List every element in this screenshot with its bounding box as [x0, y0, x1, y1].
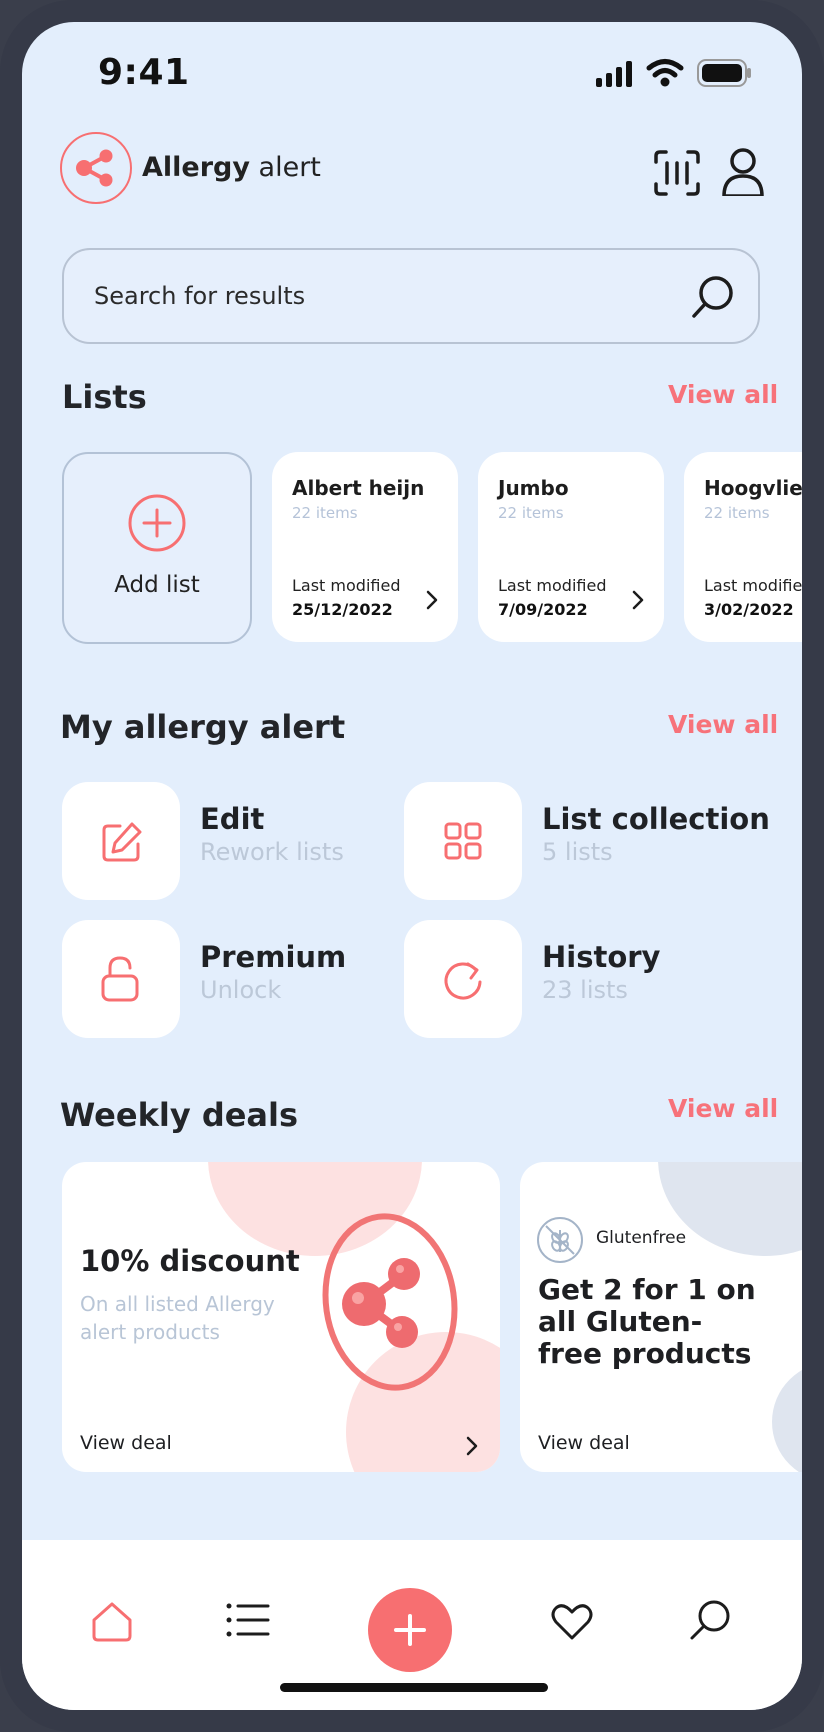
add-list-button[interactable]: Add list: [62, 452, 252, 644]
plus-circle-icon: [128, 494, 186, 552]
deal-cta[interactable]: View deal: [538, 1432, 630, 1454]
list-card[interactable]: Hoogvliet 22 items Last modified 3/02/20…: [684, 452, 802, 642]
battery-icon: [697, 59, 751, 87]
app-name: Allergy alert: [142, 152, 321, 183]
deals-view-all-link[interactable]: View all: [668, 1094, 778, 1123]
share-3d-icon: [322, 1213, 458, 1391]
deal-subtext: On all listed Allergy alert products: [80, 1292, 275, 1344]
profile-icon[interactable]: [720, 146, 770, 196]
deal-headline: Get 2 for 1 on all Gluten-free products: [538, 1273, 756, 1370]
deal-headline: 10% discount: [80, 1244, 300, 1278]
edit-icon: [102, 822, 142, 862]
refresh-icon: [444, 962, 482, 1000]
home-icon[interactable]: [90, 1600, 134, 1644]
history-tile-sub: 23 lists: [542, 976, 628, 1004]
decor-circle: [772, 1362, 802, 1472]
premium-tile-title[interactable]: Premium: [200, 940, 346, 974]
list-card-name: Jumbo: [498, 476, 569, 500]
list-card-date: 7/09/2022: [498, 600, 588, 619]
history-tile[interactable]: [404, 920, 522, 1038]
grid-icon: [444, 822, 482, 860]
premium-tile[interactable]: [62, 920, 180, 1038]
add-list-label: Add list: [114, 572, 200, 598]
list-card-date: 3/02/2022: [704, 600, 794, 619]
plus-icon: [394, 1614, 426, 1646]
wifi-icon: [646, 59, 684, 87]
deal-card[interactable]: 10% discount On all listed Allergy alert…: [62, 1162, 500, 1472]
chevron-right-icon: [426, 590, 438, 610]
scan-icon[interactable]: [652, 148, 702, 198]
edit-tile[interactable]: [62, 782, 180, 900]
list-collection-tile[interactable]: [404, 782, 522, 900]
chevron-right-icon[interactable]: [464, 1434, 480, 1458]
deal-card[interactable]: Glutenfree Get 2 for 1 on all Gluten-fre…: [520, 1162, 802, 1472]
list-card-count: 22 items: [498, 504, 564, 522]
home-indicator: [280, 1683, 548, 1692]
deal-badge: Glutenfree: [596, 1228, 687, 1248]
search-icon[interactable]: [690, 274, 736, 320]
list-collection-tile-title[interactable]: List collection: [542, 802, 770, 836]
gluten-free-icon: [537, 1217, 583, 1263]
lists-view-all-link[interactable]: View all: [668, 380, 778, 409]
my-alert-title: My allergy alert: [60, 708, 346, 746]
search-bar[interactable]: Search for results: [62, 248, 760, 344]
share-logo-icon: [76, 149, 113, 187]
list-icon[interactable]: [226, 1602, 270, 1638]
add-fab-button[interactable]: [368, 1588, 452, 1672]
list-card-modified-label: Last modified: [498, 576, 607, 595]
my-alert-view-all-link[interactable]: View all: [668, 710, 778, 739]
list-card-date: 25/12/2022: [292, 600, 393, 619]
list-card[interactable]: Albert heijn 22 items Last modified 25/1…: [272, 452, 458, 642]
search-nav-icon[interactable]: [688, 1598, 732, 1642]
list-collection-tile-sub: 5 lists: [542, 838, 613, 866]
list-card-count: 22 items: [704, 504, 770, 522]
app-screen: 9:41 Allergy alert Search for results Li…: [22, 22, 802, 1710]
list-card-name: Hoogvliet: [704, 476, 802, 500]
deal-cta[interactable]: View deal: [80, 1432, 172, 1454]
device-frame: 9:41 Allergy alert Search for results Li…: [0, 0, 824, 1732]
list-card-modified-label: Last modified: [704, 576, 802, 595]
history-tile-title[interactable]: History: [542, 940, 660, 974]
status-time: 9:41: [98, 52, 190, 93]
edit-tile-title[interactable]: Edit: [200, 802, 264, 836]
app-logo: [60, 132, 132, 204]
heart-icon[interactable]: [550, 1602, 594, 1642]
signal-icon: [596, 61, 632, 87]
list-card-count: 22 items: [292, 504, 358, 522]
list-card[interactable]: Jumbo 22 items Last modified 7/09/2022: [478, 452, 664, 642]
app-name-rest: alert: [249, 152, 321, 183]
list-card-modified-label: Last modified: [292, 576, 401, 595]
app-name-bold: Allergy: [142, 152, 250, 183]
edit-tile-sub: Rework lists: [200, 838, 344, 866]
premium-tile-sub: Unlock: [200, 976, 282, 1004]
search-input[interactable]: Search for results: [94, 282, 305, 310]
lists-title: Lists: [62, 378, 147, 416]
chevron-right-icon: [632, 590, 644, 610]
deals-title: Weekly deals: [60, 1096, 299, 1134]
list-card-name: Albert heijn: [292, 476, 425, 500]
unlock-icon: [101, 956, 139, 1002]
